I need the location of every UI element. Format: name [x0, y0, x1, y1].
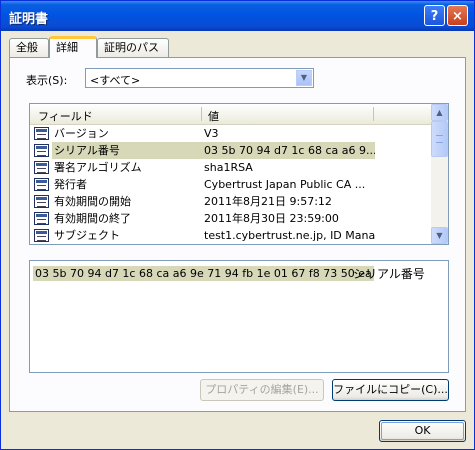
certificate-field-icon: [34, 144, 49, 157]
edit-properties-button[interactable]: プロパティの編集(E)...: [200, 379, 324, 401]
copy-to-file-button[interactable]: ファイルにコピー(C)...: [332, 379, 449, 401]
field-detail-box[interactable]: 03 5b 70 94 d7 1c 68 ca a6 9e 71 94 fb 1…: [29, 260, 449, 373]
tab-details[interactable]: 詳細: [49, 36, 97, 58]
certificate-field-icon: [34, 178, 49, 191]
certificate-field-icon: [34, 212, 49, 225]
help-button[interactable]: ?: [424, 5, 445, 26]
chevron-down-icon[interactable]: ▼: [296, 70, 312, 86]
list-row[interactable]: 有効期間の開始 2011年8月21日 9:57:12: [30, 193, 432, 211]
field-value: 03 5b 70 94 d7 1c 68 ca a6 9...: [201, 142, 375, 159]
certificate-field-icon: [34, 161, 49, 174]
field-list[interactable]: フィールド 値 バージョン V3 シリアル番号 03 5b 70 94 d7 1…: [29, 103, 449, 245]
show-dropdown-value: <すべて>: [90, 74, 141, 87]
field-name: 有効期間の開始: [54, 195, 131, 208]
details-panel: 表示(S): <すべて> ▼ フィールド 値 バージョン V3 シリアル番号 0…: [9, 57, 466, 412]
column-header-value[interactable]: 値: [208, 108, 219, 124]
certificate-field-icon: [34, 195, 49, 208]
scroll-thumb[interactable]: [431, 121, 448, 157]
field-name: 有効期間の終了: [54, 212, 131, 225]
field-value: sha1RSA: [204, 161, 253, 174]
list-row[interactable]: 署名アルゴリズム sha1RSA: [30, 159, 432, 177]
certificate-field-icon: [34, 127, 49, 140]
field-value: 2011年8月30日 23:59:00: [204, 212, 339, 225]
field-value: Cybertrust Japan Public CA ...: [204, 178, 366, 191]
tab-general[interactable]: 全般: [9, 38, 49, 57]
certificate-dialog: 証明書 ? × 全般 詳細 証明のパス 表示(S): <すべて> ▼ フィールド…: [0, 0, 475, 450]
list-header: フィールド 値: [30, 104, 432, 125]
list-row[interactable]: 有効期間の終了 2011年8月30日 23:59:00: [30, 210, 432, 228]
column-header-field[interactable]: フィールド: [38, 108, 93, 124]
detail-field-name: シリアル番号: [353, 267, 425, 281]
field-value: V3: [204, 127, 219, 140]
list-row[interactable]: 発行者 Cybertrust Japan Public CA ...: [30, 176, 432, 194]
show-dropdown[interactable]: <すべて> ▼: [85, 68, 314, 88]
field-name: 発行者: [54, 178, 87, 191]
list-row[interactable]: サブジェクト test1.cybertrust.ne.jp, ID Mana..…: [30, 227, 432, 244]
field-name: サブジェクト: [54, 229, 120, 242]
list-row[interactable]: シリアル番号 03 5b 70 94 d7 1c 68 ca a6 9...: [30, 142, 432, 160]
field-name: バージョン: [54, 127, 109, 140]
show-label: 表示(S):: [26, 74, 68, 87]
vertical-scrollbar[interactable]: ▲ ▼: [431, 104, 448, 244]
ok-button-label: OK: [414, 424, 431, 437]
scroll-up-button[interactable]: ▲: [431, 104, 448, 121]
field-name: シリアル番号: [52, 142, 201, 159]
list-row[interactable]: バージョン V3: [30, 125, 432, 143]
field-name: 署名アルゴリズム: [54, 161, 142, 174]
column-divider[interactable]: [201, 107, 202, 121]
column-divider[interactable]: [373, 107, 374, 121]
window-title: 証明書: [9, 12, 49, 27]
field-value: 2011年8月21日 9:57:12: [204, 195, 332, 208]
field-value: test1.cybertrust.ne.jp, ID Mana...: [204, 229, 375, 242]
scroll-down-button[interactable]: ▼: [431, 227, 448, 244]
title-bar[interactable]: 証明書 ? ×: [1, 1, 474, 31]
certificate-field-icon: [34, 229, 49, 242]
detail-value: 03 5b 70 94 d7 1c 68 ca a6 9e 71 94 fb 1…: [33, 266, 374, 281]
tab-certification-path[interactable]: 証明のパス: [97, 38, 169, 57]
close-button[interactable]: ×: [447, 5, 468, 26]
ok-button[interactable]: OK: [379, 420, 466, 442]
